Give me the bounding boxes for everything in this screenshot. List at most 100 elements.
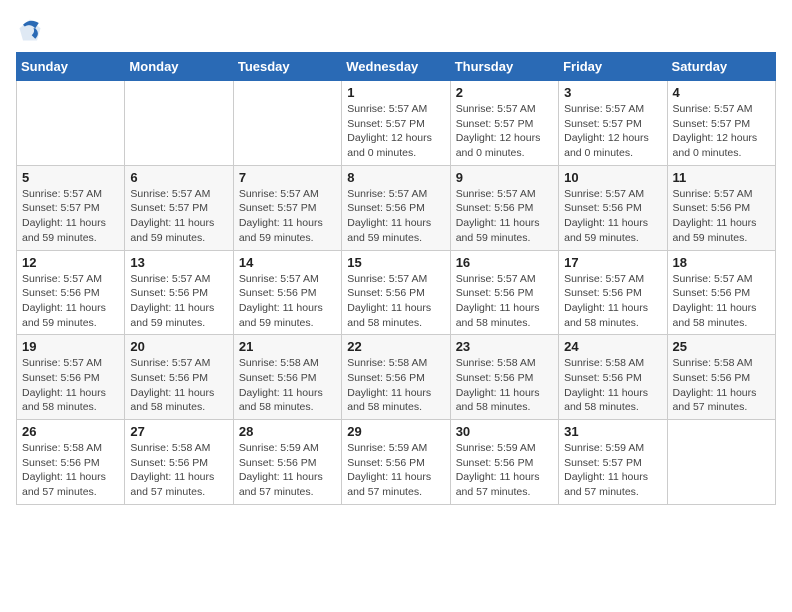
day-info: Sunrise: 5:59 AMSunset: 5:56 PMDaylight:…: [347, 441, 444, 500]
calendar-cell: 16 Sunrise: 5:57 AMSunset: 5:56 PMDayligh…: [450, 250, 558, 335]
calendar-cell: 24 Sunrise: 5:58 AMSunset: 5:56 PMDayligh…: [559, 335, 667, 420]
calendar-cell: 21Sunrise: 5:58 AMSunset: 5:56 PMDayligh…: [233, 335, 341, 420]
calendar-cell: [667, 420, 775, 505]
day-info: Sunrise: 5:58 AMSunset: 5:56 PMDaylight:…: [130, 441, 227, 500]
day-number: 5: [22, 170, 119, 185]
calendar-cell: 13 Sunrise: 5:57 AMSunset: 5:56 PMDayligh…: [125, 250, 233, 335]
weekday-header-tuesday: Tuesday: [233, 53, 341, 81]
weekday-header-monday: Monday: [125, 53, 233, 81]
calendar-cell: 30 Sunrise: 5:59 AMSunset: 5:56 PMDayligh…: [450, 420, 558, 505]
calendar-cell: 10 Sunrise: 5:57 AMSunset: 5:56 PMDayligh…: [559, 165, 667, 250]
weekday-header-thursday: Thursday: [450, 53, 558, 81]
calendar-cell: 2Sunrise: 5:57 AMSunset: 5:57 PMDaylight…: [450, 81, 558, 166]
day-number: 9: [456, 170, 553, 185]
calendar-cell: 25 Sunrise: 5:58 AMSunset: 5:56 PMDayligh…: [667, 335, 775, 420]
day-number: 19: [22, 339, 119, 354]
day-number: 27: [130, 424, 227, 439]
calendar-cell: 27 Sunrise: 5:58 AMSunset: 5:56 PMDayligh…: [125, 420, 233, 505]
calendar-week-row: 5 Sunrise: 5:57 AMSunset: 5:57 PMDaylight…: [17, 165, 776, 250]
day-number: 26: [22, 424, 119, 439]
day-info: Sunrise: 5:57 AMSunset: 5:56 PMDaylight:…: [347, 187, 444, 246]
calendar-cell: 18 Sunrise: 5:57 AMSunset: 5:56 PMDayligh…: [667, 250, 775, 335]
day-number: 15: [347, 255, 444, 270]
day-info: Sunrise: 5:57 AMSunset: 5:56 PMDaylight:…: [673, 272, 770, 331]
day-info: Sunrise: 5:58 AMSunset: 5:56 PMDaylight:…: [673, 356, 770, 415]
day-info: Sunrise: 5:59 AMSunset: 5:57 PMDaylight:…: [564, 441, 661, 500]
day-number: 17: [564, 255, 661, 270]
calendar-cell: 9 Sunrise: 5:57 AMSunset: 5:56 PMDaylight…: [450, 165, 558, 250]
day-info: Sunrise: 5:58 AMSunset: 5:56 PMDaylight:…: [22, 441, 119, 500]
calendar-week-row: 12Sunrise: 5:57 AMSunset: 5:56 PMDayligh…: [17, 250, 776, 335]
page-header: [16, 16, 776, 44]
day-number: 25: [673, 339, 770, 354]
calendar-header-row: SundayMondayTuesdayWednesdayThursdayFrid…: [17, 53, 776, 81]
calendar-cell: 7 Sunrise: 5:57 AMSunset: 5:57 PMDaylight…: [233, 165, 341, 250]
day-info: Sunrise: 5:57 AMSunset: 5:56 PMDaylight:…: [22, 356, 119, 415]
day-info: Sunrise: 5:57 AMSunset: 5:57 PMDaylight:…: [22, 187, 119, 246]
calendar-cell: 4 Sunrise: 5:57 AMSunset: 5:57 PMDaylight…: [667, 81, 775, 166]
calendar-table: SundayMondayTuesdayWednesdayThursdayFrid…: [16, 52, 776, 505]
day-info: Sunrise: 5:57 AMSunset: 5:56 PMDaylight:…: [22, 272, 119, 331]
day-info: Sunrise: 5:57 AMSunset: 5:57 PMDaylight:…: [130, 187, 227, 246]
calendar-cell: 14Sunrise: 5:57 AMSunset: 5:56 PMDayligh…: [233, 250, 341, 335]
calendar-cell: 15 Sunrise: 5:57 AMSunset: 5:56 PMDayligh…: [342, 250, 450, 335]
day-number: 20: [130, 339, 227, 354]
day-number: 2: [456, 85, 553, 100]
calendar-week-row: 1 Sunrise: 5:57 AMSunset: 5:57 PMDaylight…: [17, 81, 776, 166]
day-number: 14: [239, 255, 336, 270]
day-info: Sunrise: 5:57 AMSunset: 5:57 PMDaylight:…: [347, 102, 444, 161]
day-info: Sunrise: 5:58 AMSunset: 5:56 PMDaylight:…: [239, 356, 336, 415]
day-number: 22: [347, 339, 444, 354]
day-number: 7: [239, 170, 336, 185]
weekday-header-wednesday: Wednesday: [342, 53, 450, 81]
day-info: Sunrise: 5:57 AMSunset: 5:56 PMDaylight:…: [456, 187, 553, 246]
day-info: Sunrise: 5:57 AMSunset: 5:56 PMDaylight:…: [564, 187, 661, 246]
calendar-week-row: 19 Sunrise: 5:57 AMSunset: 5:56 PMDayligh…: [17, 335, 776, 420]
day-number: 4: [673, 85, 770, 100]
day-number: 1: [347, 85, 444, 100]
calendar-cell: 12Sunrise: 5:57 AMSunset: 5:56 PMDayligh…: [17, 250, 125, 335]
day-number: 8: [347, 170, 444, 185]
calendar-week-row: 26 Sunrise: 5:58 AMSunset: 5:56 PMDayligh…: [17, 420, 776, 505]
logo: [16, 16, 48, 44]
day-info: Sunrise: 5:57 AMSunset: 5:56 PMDaylight:…: [347, 272, 444, 331]
day-number: 16: [456, 255, 553, 270]
calendar-cell: 26 Sunrise: 5:58 AMSunset: 5:56 PMDayligh…: [17, 420, 125, 505]
calendar-cell: [125, 81, 233, 166]
logo-icon: [16, 16, 44, 44]
day-info: Sunrise: 5:57 AMSunset: 5:57 PMDaylight:…: [673, 102, 770, 161]
day-info: Sunrise: 5:57 AMSunset: 5:57 PMDaylight:…: [239, 187, 336, 246]
calendar-cell: [233, 81, 341, 166]
calendar-cell: 31 Sunrise: 5:59 AMSunset: 5:57 PMDayligh…: [559, 420, 667, 505]
calendar-cell: 6Sunrise: 5:57 AMSunset: 5:57 PMDaylight…: [125, 165, 233, 250]
day-number: 29: [347, 424, 444, 439]
calendar-cell: 11Sunrise: 5:57 AMSunset: 5:56 PMDayligh…: [667, 165, 775, 250]
day-number: 24: [564, 339, 661, 354]
day-info: Sunrise: 5:57 AMSunset: 5:57 PMDaylight:…: [564, 102, 661, 161]
weekday-header-saturday: Saturday: [667, 53, 775, 81]
calendar-cell: 8 Sunrise: 5:57 AMSunset: 5:56 PMDaylight…: [342, 165, 450, 250]
calendar-cell: 23Sunrise: 5:58 AMSunset: 5:56 PMDayligh…: [450, 335, 558, 420]
day-number: 31: [564, 424, 661, 439]
day-info: Sunrise: 5:57 AMSunset: 5:56 PMDaylight:…: [130, 272, 227, 331]
day-number: 30: [456, 424, 553, 439]
calendar-cell: 17 Sunrise: 5:57 AMSunset: 5:56 PMDayligh…: [559, 250, 667, 335]
day-number: 18: [673, 255, 770, 270]
day-info: Sunrise: 5:57 AMSunset: 5:56 PMDaylight:…: [456, 272, 553, 331]
calendar-cell: 22 Sunrise: 5:58 AMSunset: 5:56 PMDayligh…: [342, 335, 450, 420]
weekday-header-friday: Friday: [559, 53, 667, 81]
day-info: Sunrise: 5:59 AMSunset: 5:56 PMDaylight:…: [456, 441, 553, 500]
day-number: 3: [564, 85, 661, 100]
weekday-header-sunday: Sunday: [17, 53, 125, 81]
day-number: 13: [130, 255, 227, 270]
day-info: Sunrise: 5:58 AMSunset: 5:56 PMDaylight:…: [564, 356, 661, 415]
day-number: 10: [564, 170, 661, 185]
calendar-cell: 5 Sunrise: 5:57 AMSunset: 5:57 PMDaylight…: [17, 165, 125, 250]
calendar-cell: 28Sunrise: 5:59 AMSunset: 5:56 PMDayligh…: [233, 420, 341, 505]
day-info: Sunrise: 5:58 AMSunset: 5:56 PMDaylight:…: [347, 356, 444, 415]
calendar-cell: 20Sunrise: 5:57 AMSunset: 5:56 PMDayligh…: [125, 335, 233, 420]
calendar-cell: 1 Sunrise: 5:57 AMSunset: 5:57 PMDaylight…: [342, 81, 450, 166]
day-info: Sunrise: 5:57 AMSunset: 5:56 PMDaylight:…: [564, 272, 661, 331]
day-number: 23: [456, 339, 553, 354]
day-info: Sunrise: 5:57 AMSunset: 5:56 PMDaylight:…: [673, 187, 770, 246]
